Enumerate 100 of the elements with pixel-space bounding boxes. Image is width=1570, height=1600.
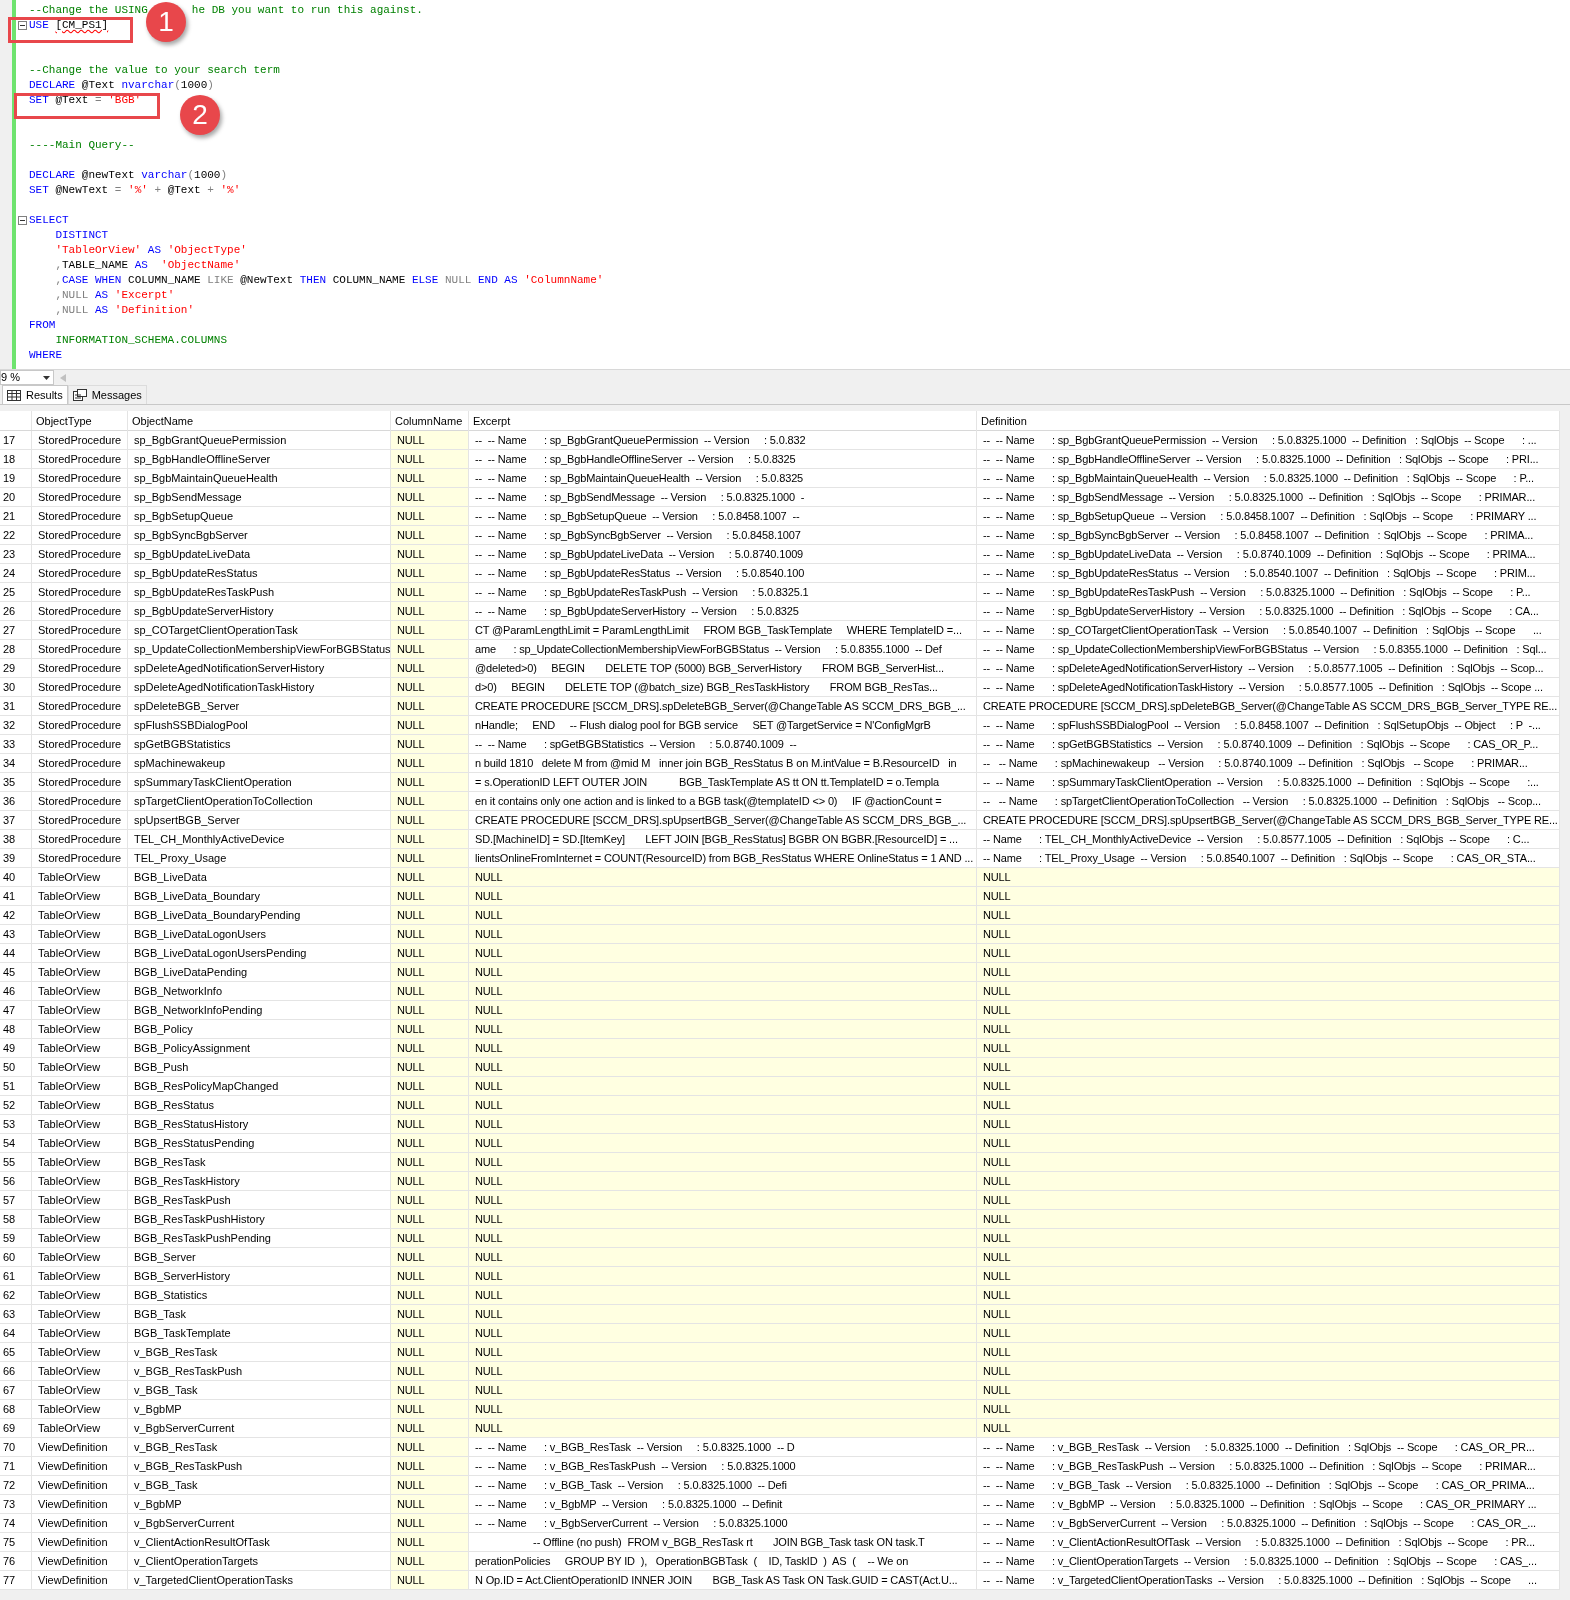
- table-cell: sp_BgbMaintainQueueHealth: [128, 469, 391, 488]
- table-cell: CREATE PROCEDURE [SCCM_DRS].spUpsertBGB_Server(@ChangeTable AS SCCM_DRS_BGB_...: [469, 811, 977, 830]
- grid-icon: [7, 389, 21, 401]
- row-number: 19: [0, 469, 32, 488]
- code-line: SELECT: [29, 213, 69, 228]
- table-cell: BGB_Policy: [128, 1020, 391, 1039]
- table-cell: -- -- Name : spSummaryTaskClientOperation -- Version : 5.0.8325.1000 -- Definition : SqlObjs -- Scope :...: [977, 773, 1560, 792]
- table-cell: NULL: [977, 1419, 1560, 1438]
- table-cell: NULL: [391, 1058, 469, 1077]
- table-cell: NULL: [391, 735, 469, 754]
- table-cell: NULL: [469, 1020, 977, 1039]
- column-header[interactable]: ObjectName: [128, 411, 391, 431]
- table-cell: ViewDefinition: [32, 1476, 128, 1495]
- table-cell: TableOrView: [32, 1191, 128, 1210]
- table-cell: StoredProcedure: [32, 469, 128, 488]
- table-cell: -- -- Name : spDeleteAgedNotificationTaskHistory -- Version : 5.0.8577.1005 -- Definition : SqlObjs -- Scope ...: [977, 678, 1560, 697]
- table-cell: v_TargetedClientOperationTasks: [128, 1571, 391, 1590]
- table-cell: NULL: [469, 1134, 977, 1153]
- table-cell: NULL: [391, 488, 469, 507]
- table-cell: NULL: [391, 621, 469, 640]
- table-cell: NULL: [391, 1438, 469, 1457]
- code-line: DECLARE @Text nvarchar(1000): [29, 78, 214, 93]
- row-number: 51: [0, 1077, 32, 1096]
- table-cell: NULL: [977, 887, 1560, 906]
- table-cell: NULL: [391, 1457, 469, 1476]
- tab[interactable]: Results: [2, 385, 68, 404]
- table-cell: NULL: [391, 1286, 469, 1305]
- table-cell: BGB_ResTaskPushPending: [128, 1229, 391, 1248]
- row-number: 55: [0, 1153, 32, 1172]
- table-cell: TableOrView: [32, 1039, 128, 1058]
- code-line: --Change the value to your search term: [29, 63, 280, 78]
- table-cell: NULL: [391, 1419, 469, 1438]
- table-cell: NULL: [391, 602, 469, 621]
- table-cell: TableOrView: [32, 1286, 128, 1305]
- row-number: 43: [0, 925, 32, 944]
- table-cell: sp_BgbSendMessage: [128, 488, 391, 507]
- row-number: 60: [0, 1248, 32, 1267]
- table-cell: NULL: [977, 1362, 1560, 1381]
- table-cell: BGB_Push: [128, 1058, 391, 1077]
- table-cell: TableOrView: [32, 1001, 128, 1020]
- table-cell: StoredProcedure: [32, 811, 128, 830]
- table-cell: TableOrView: [32, 1362, 128, 1381]
- table-cell: -- Offline (no push) FROM v_BGB_ResTask rt JOIN BGB_Task task ON task.T: [469, 1533, 977, 1552]
- table-cell: NULL: [391, 1533, 469, 1552]
- table-cell: -- -- Name : sp_BgbSetupQueue -- Version : 5.0.8458.1007 -- Definition : SqlObjs -- Scope : PRIMARY ...: [977, 507, 1560, 526]
- table-cell: BGB_ResStatusHistory: [128, 1115, 391, 1134]
- table-cell: TEL_Proxy_Usage: [128, 849, 391, 868]
- zoom-dropdown[interactable]: 9 %: [0, 370, 54, 385]
- table-cell: NULL: [391, 773, 469, 792]
- table-cell: v_BgbServerCurrent: [128, 1419, 391, 1438]
- table-cell: TableOrView: [32, 1419, 128, 1438]
- collapse-icon[interactable]: [18, 21, 27, 30]
- table-cell: NULL: [469, 1267, 977, 1286]
- table-cell: TableOrView: [32, 1020, 128, 1039]
- row-number: 39: [0, 849, 32, 868]
- table-cell: v_BGB_Task: [128, 1476, 391, 1495]
- table-cell: NULL: [391, 1115, 469, 1134]
- table-cell: TableOrView: [32, 1400, 128, 1419]
- table-cell: TableOrView: [32, 963, 128, 982]
- row-number: 36: [0, 792, 32, 811]
- table-cell: -- -- Name : v_BgbServerCurrent -- Version : 5.0.8325.1000 -- Definition : SqlObjs -- Scope : CAS_OR_...: [977, 1514, 1560, 1533]
- table-cell: spDeleteBGB_Server: [128, 697, 391, 716]
- table-cell: NULL: [391, 640, 469, 659]
- table-cell: NULL: [469, 887, 977, 906]
- table-cell: NULL: [469, 1153, 977, 1172]
- table-cell: NULL: [391, 1001, 469, 1020]
- table-cell: TableOrView: [32, 1210, 128, 1229]
- table-cell: NULL: [391, 1400, 469, 1419]
- table-cell: NULL: [391, 1571, 469, 1590]
- table-cell: -- -- Name : spTargetClientOperationToCollection -- Version : 5.0.8325.1000 -- Definition : SqlObjs -- Scop...: [977, 792, 1560, 811]
- table-cell: NULL: [391, 716, 469, 735]
- table-cell: -- Name : TEL_Proxy_Usage -- Version : 5.0.8540.1007 -- Definition : SqlObjs -- Scope : CAS_OR_STA...: [977, 849, 1560, 868]
- table-cell: NULL: [391, 982, 469, 1001]
- table-cell: StoredProcedure: [32, 659, 128, 678]
- table-cell: NULL: [469, 1096, 977, 1115]
- row-number: 58: [0, 1210, 32, 1229]
- table-cell: BGB_NetworkInfo: [128, 982, 391, 1001]
- table-cell: NULL: [391, 1476, 469, 1495]
- code-line: ,NULL AS 'Excerpt': [54, 288, 175, 303]
- table-cell: NULL: [391, 887, 469, 906]
- table-cell: BGB_PolicyAssignment: [128, 1039, 391, 1058]
- table-cell: NULL: [977, 1305, 1560, 1324]
- table-cell: NULL: [977, 1039, 1560, 1058]
- column-header[interactable]: ObjectType: [32, 411, 128, 431]
- table-cell: sp_BgbGrantQueuePermission: [128, 431, 391, 450]
- table-cell: -- -- Name : sp_BgbUpdateServerHistory -- Version : 5.0.8325: [469, 602, 977, 621]
- table-cell: -- -- Name : sp_BgbSetupQueue -- Version : 5.0.8458.1007 --: [469, 507, 977, 526]
- collapse-icon[interactable]: [18, 216, 27, 225]
- table-cell: TableOrView: [32, 1324, 128, 1343]
- table-cell: NULL: [391, 849, 469, 868]
- code-line: SET @NewText = '%' + @Text + '%': [29, 183, 241, 198]
- row-number: 44: [0, 944, 32, 963]
- tab[interactable]: Messages: [67, 385, 147, 404]
- table-cell: -- -- Name : spDeleteAgedNotificationServerHistory -- Version : 5.0.8577.1005 -- Definition : SqlObjs -- Scop...: [977, 659, 1560, 678]
- table-cell: NULL: [391, 1362, 469, 1381]
- table-cell: NULL: [391, 450, 469, 469]
- table-cell: BGB_LiveData_BoundaryPending: [128, 906, 391, 925]
- row-number: 49: [0, 1039, 32, 1058]
- table-cell: -- -- Name : v_ClientOperationTargets -- Version : 5.0.8325.1000 -- Definition : SqlObjs -- Scope : CAS_...: [977, 1552, 1560, 1571]
- table-cell: v_BgbMP: [128, 1495, 391, 1514]
